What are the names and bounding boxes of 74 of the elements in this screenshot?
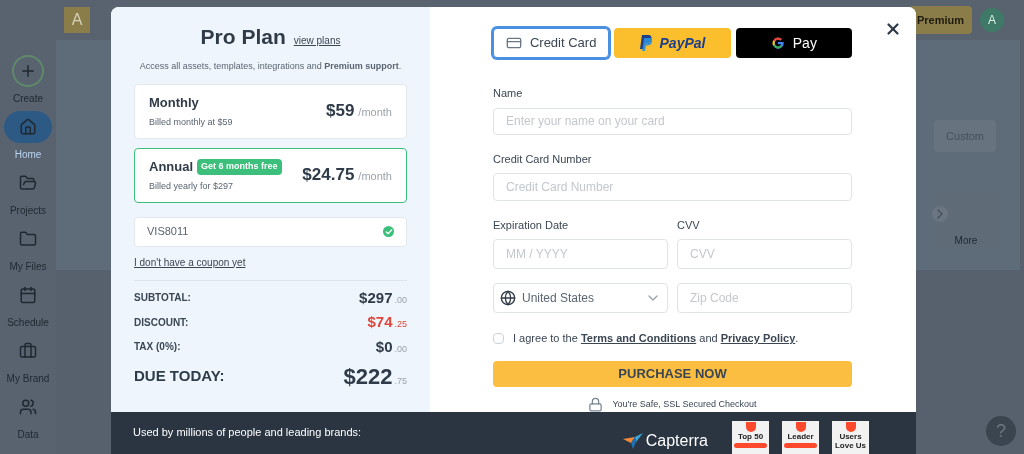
free-months-badge: Get 6 months free	[197, 159, 282, 175]
input-field[interactable]: MM / YYYY	[493, 239, 668, 270]
footer-text: Used by millions of people and leading brands:	[133, 425, 362, 440]
privacy-link[interactable]: Privacy Policy	[720, 332, 796, 345]
calendar-icon	[19, 285, 37, 304]
badge-title: Top 50	[737, 432, 764, 441]
badge-title: Leader	[787, 432, 814, 441]
payment-method-tab[interactable]: PayPal	[614, 28, 731, 58]
summary-cents: .25	[394, 318, 407, 331]
summary-label: TAX (0%):	[134, 340, 181, 355]
terms-link[interactable]: Terms and Conditions	[580, 332, 697, 345]
field-label: Expiration Date	[493, 217, 570, 233]
payment-method-tab[interactable]: Credit Card	[493, 28, 610, 58]
summary-amount: $297	[359, 287, 393, 308]
plan-price: $24.75	[302, 164, 355, 187]
coupon-code: VIS8011	[147, 224, 189, 240]
briefcase-icon	[19, 341, 37, 360]
open-folder-icon	[19, 173, 37, 192]
no-coupon-link[interactable]: I don't have a coupon yet	[134, 254, 246, 270]
terms-text: I agree to the Terms and Conditions and Privacy Policy.	[513, 331, 799, 347]
secure-note: You're Safe, SSL Secured Checkout	[612, 397, 757, 411]
summary-amount: $0	[375, 336, 393, 357]
input-field[interactable]: CVV	[677, 239, 852, 270]
input-field[interactable]: Enter your name on your card	[493, 107, 852, 135]
more-label: More	[954, 234, 978, 248]
plan-name: Annual	[149, 158, 194, 176]
purchase-button[interactable]: PURCHASE NOW	[493, 360, 852, 387]
google-logo-icon	[770, 36, 785, 50]
shield-icon	[845, 422, 856, 432]
folder-icon	[19, 229, 37, 248]
terms-checkbox[interactable]	[493, 332, 504, 344]
view-plans-link[interactable]: view plans	[293, 33, 341, 48]
plan-option-card[interactable]: Monthly Billed monthly at $59 $59 /month	[134, 83, 407, 139]
plan-name: Monthly	[149, 94, 199, 112]
shield-icon	[745, 422, 756, 432]
summary-amount: $74	[367, 312, 393, 332]
coupon-field[interactable]: VIS8011	[134, 216, 407, 247]
people-icon	[19, 397, 37, 416]
globe-icon	[500, 290, 516, 307]
billing-note: Billed monthly at $59	[149, 115, 233, 129]
input-field[interactable]: Credit Card Number	[493, 173, 852, 201]
close-icon[interactable]	[884, 20, 902, 38]
billing-note: Billed yearly for $297	[149, 179, 235, 193]
country-value: United States	[522, 290, 596, 308]
field-label: CVV	[677, 217, 701, 233]
summary-amount: $222	[343, 363, 393, 391]
summary-label: SUBTOTAL:	[134, 291, 191, 306]
price-period: /month	[358, 105, 392, 121]
shield-icon	[795, 422, 806, 432]
badge-title: Users Love Us	[833, 432, 868, 450]
field-label: Credit Card Number	[493, 151, 593, 167]
payment-method-tab[interactable]: Pay	[735, 28, 852, 58]
capterra-logo-text: Capterra	[645, 431, 708, 451]
help-button[interactable]: ?	[986, 416, 1016, 446]
plan-option-card[interactable]: Annual Get 6 months free Billed yearly for $297 $24.75 /month	[134, 147, 407, 203]
summary-label: DUE TODAY:	[134, 366, 225, 387]
account-avatar[interactable]: A	[64, 7, 90, 33]
house-icon	[19, 117, 37, 136]
field-label: Name	[493, 86, 524, 101]
summary-label: DISCOUNT:	[134, 315, 189, 330]
input-field[interactable]: Zip Code	[677, 283, 852, 314]
summary-cents: .00	[394, 342, 407, 356]
user-avatar[interactable]: A	[980, 8, 1004, 32]
lock-icon	[588, 397, 604, 412]
plan-price: $59	[326, 100, 355, 123]
credit-card-icon	[505, 35, 522, 51]
capterra-logo-icon	[622, 433, 643, 449]
summary-cents: .00	[394, 293, 407, 307]
plan-description: Access all assets, templates, integrations and Premium support.	[138, 60, 403, 72]
summary-cents: .75	[394, 375, 407, 388]
plan-title: Pro Plan	[200, 24, 286, 50]
price-period: /month	[358, 169, 392, 185]
paypal-logo-icon	[639, 35, 652, 51]
country-select[interactable]: United States	[493, 283, 668, 314]
